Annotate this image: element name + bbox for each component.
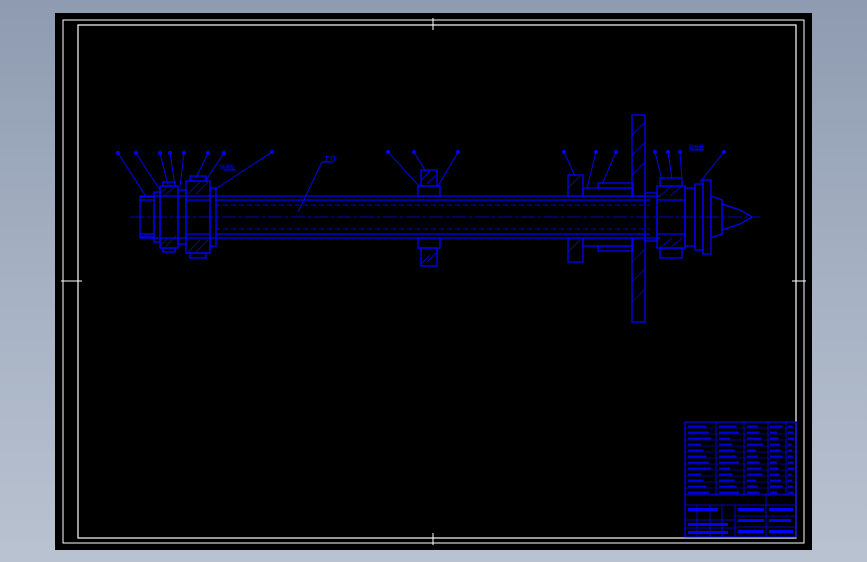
- title-block-text-mark: [719, 479, 735, 482]
- title-block-text-mark: [747, 425, 758, 428]
- right-group-callout-label: 联轴器: [689, 144, 704, 151]
- inner-sheet-border: [77, 24, 797, 539]
- title-block-text-mark: [770, 455, 783, 458]
- title-block-text-mark: [688, 473, 701, 476]
- title-block-text-mark: [688, 449, 704, 452]
- title-block-text-mark: [788, 431, 794, 434]
- title-block-text-mark: [747, 467, 762, 470]
- title-block-text-mark: [770, 479, 782, 482]
- middle-collar: [417, 169, 441, 267]
- title-block-text-mark: [719, 437, 730, 440]
- title-block-text-mark: [719, 485, 737, 488]
- right-flange: [567, 114, 646, 323]
- title-block-text-mark: [788, 491, 794, 494]
- title-block-text-mark: [688, 531, 728, 534]
- shaft-callout-label: 工作: [323, 154, 337, 163]
- centering-marks: [61, 18, 806, 545]
- title-block-text-mark: [688, 479, 704, 482]
- title-block-text-mark: [719, 443, 733, 446]
- title-block-text-mark: [770, 449, 782, 452]
- main-shaft: [130, 195, 760, 239]
- title-block-text-mark: [719, 449, 735, 452]
- cad-viewport[interactable]: 工作 轴承座 联轴器: [55, 13, 812, 550]
- title-block-text-mark: [747, 485, 758, 488]
- title-block-text-mark: [770, 461, 777, 464]
- title-block-text-mark: [747, 473, 764, 476]
- title-block-text-mark: [769, 508, 793, 511]
- right-chuck-assembly: [644, 177, 754, 259]
- title-block-text-mark: [788, 479, 793, 482]
- title-block-text-mark: [770, 425, 783, 428]
- title-block-text-mark: [688, 485, 707, 488]
- title-block-text-mark: [688, 425, 707, 428]
- title-block-text-mark: [788, 449, 793, 452]
- assembly-drawing: 工作 轴承座 联轴器: [61, 18, 806, 545]
- title-block-text-mark: [788, 473, 792, 476]
- title-block-text-mark: [738, 530, 764, 533]
- title-block-text-mark: [747, 479, 756, 482]
- title-block-text-mark: [747, 461, 760, 464]
- title-block-text-mark: [738, 519, 764, 522]
- title-block-text-marks: [688, 425, 795, 534]
- title-block-text-mark: [688, 491, 709, 494]
- title-block-text-mark: [769, 530, 793, 533]
- title-block-text-mark: [719, 491, 739, 494]
- title-block-text-mark: [770, 467, 779, 470]
- title-block-text-mark: [719, 461, 739, 464]
- title-block-text-mark: [688, 523, 728, 526]
- outer-sheet-border: [62, 19, 805, 544]
- title-block-text-mark: [688, 437, 712, 440]
- title-block-text-mark: [747, 455, 758, 458]
- shaft-assembly: [130, 114, 760, 323]
- title-block-text-mark: [719, 467, 730, 470]
- title-block-text-mark: [747, 437, 762, 440]
- title-block-text-mark: [688, 455, 707, 458]
- title-block-text-mark: [688, 461, 709, 464]
- title-block-text-mark: [719, 473, 733, 476]
- title-block-text-mark: [719, 431, 739, 434]
- title-block-text-mark: [770, 443, 780, 446]
- title-block-text-mark: [747, 491, 760, 494]
- title-block-text-mark: [747, 449, 756, 452]
- title-block-text-mark: [788, 455, 793, 458]
- left-group-callout-label: 轴承座: [220, 164, 235, 171]
- title-block-text-mark: [688, 508, 718, 511]
- title-block-text-mark: [788, 485, 793, 488]
- title-block-text-mark: [788, 425, 793, 428]
- title-block-text-mark: [747, 431, 760, 434]
- title-block-text-mark: [770, 437, 779, 440]
- title-block-text-mark: [770, 485, 783, 488]
- title-block-text-mark: [747, 443, 764, 446]
- title-block-text-mark: [788, 461, 794, 464]
- title-block-text-mark: [788, 467, 795, 470]
- title-block-text-mark: [770, 431, 777, 434]
- title-block-text-mark: [770, 473, 780, 476]
- title-block-text-mark: [688, 467, 712, 470]
- title-block-text-mark: [769, 519, 791, 522]
- title-block-text-mark: [719, 455, 737, 458]
- title-block-text-mark: [788, 437, 795, 440]
- title-block-text-mark: [688, 431, 709, 434]
- title-block-text-mark: [788, 443, 792, 446]
- title-block-text-mark: [738, 508, 764, 511]
- title-block-text-mark: [719, 425, 737, 428]
- title-block-text-mark: [688, 443, 701, 446]
- title-block-text-mark: [770, 491, 777, 494]
